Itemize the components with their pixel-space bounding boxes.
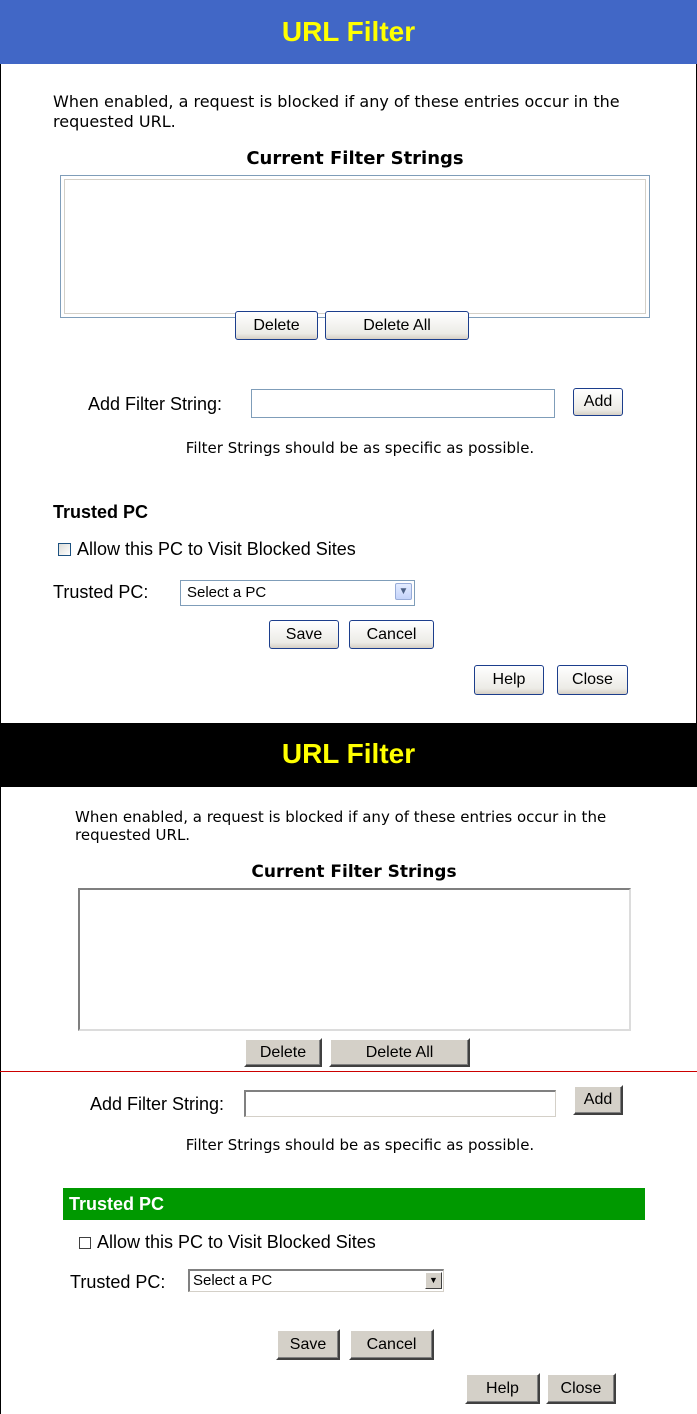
- close-button[interactable]: Close: [546, 1373, 616, 1404]
- delete-all-button[interactable]: Delete All: [329, 1038, 470, 1067]
- add-filter-input[interactable]: [244, 1090, 556, 1117]
- help-button[interactable]: Help: [474, 665, 544, 695]
- page-title: URL Filter: [0, 723, 697, 787]
- filter-hint: Filter Strings should be as specific as …: [185, 439, 535, 457]
- trusted-pc-heading: Trusted PC: [63, 1188, 645, 1220]
- trusted-pc-label: Trusted PC:: [70, 1272, 166, 1292]
- allow-blocked-checkbox[interactable]: [79, 1237, 91, 1249]
- cancel-button[interactable]: Cancel: [349, 1329, 434, 1360]
- add-button[interactable]: Add: [573, 388, 623, 416]
- close-button[interactable]: Close: [557, 665, 628, 695]
- add-button[interactable]: Add: [573, 1085, 623, 1115]
- intro-text: When enabled, a request is blocked if an…: [53, 92, 620, 131]
- trusted-pc-selected: Select a PC: [187, 584, 267, 601]
- trusted-pc-selected: Select a PC: [193, 1272, 273, 1289]
- trusted-pc-select[interactable]: Select a PC ▼: [188, 1269, 444, 1292]
- filter-list-heading: Current Filter Strings: [251, 862, 457, 882]
- trusted-pc-select[interactable]: Select a PC ▼: [180, 580, 415, 606]
- intro-text: When enabled, a request is blocked if an…: [75, 808, 607, 844]
- filter-hint: Filter Strings should be as specific as …: [185, 1136, 535, 1154]
- page-title: URL Filter: [0, 0, 697, 64]
- save-button[interactable]: Save: [276, 1329, 340, 1360]
- chevron-down-icon[interactable]: ▼: [425, 1272, 442, 1289]
- allow-blocked-checkbox[interactable]: [58, 543, 71, 556]
- add-filter-label: Add Filter String:: [90, 1094, 225, 1114]
- cancel-button[interactable]: Cancel: [349, 620, 434, 649]
- delete-button[interactable]: Delete: [235, 311, 318, 340]
- left-border: [0, 64, 1, 723]
- allow-blocked-label: Allow this PC to Visit Blocked Sites: [97, 1232, 376, 1252]
- save-button[interactable]: Save: [269, 620, 339, 649]
- chevron-down-icon[interactable]: ▼: [395, 583, 412, 600]
- trusted-pc-label: Trusted PC:: [53, 582, 149, 602]
- add-filter-input[interactable]: [251, 389, 555, 418]
- left-border: [0, 787, 1, 1414]
- help-button[interactable]: Help: [465, 1373, 540, 1404]
- trusted-pc-heading: Trusted PC: [53, 502, 149, 522]
- allow-blocked-label: Allow this PC to Visit Blocked Sites: [77, 539, 356, 559]
- add-filter-label: Add Filter String:: [88, 394, 223, 414]
- divider: [0, 1071, 697, 1072]
- delete-button[interactable]: Delete: [244, 1038, 322, 1067]
- delete-all-button[interactable]: Delete All: [325, 311, 469, 340]
- filter-list-heading: Current Filter Strings: [246, 148, 464, 169]
- filter-strings-list[interactable]: [60, 175, 650, 318]
- filter-strings-list[interactable]: [78, 888, 631, 1031]
